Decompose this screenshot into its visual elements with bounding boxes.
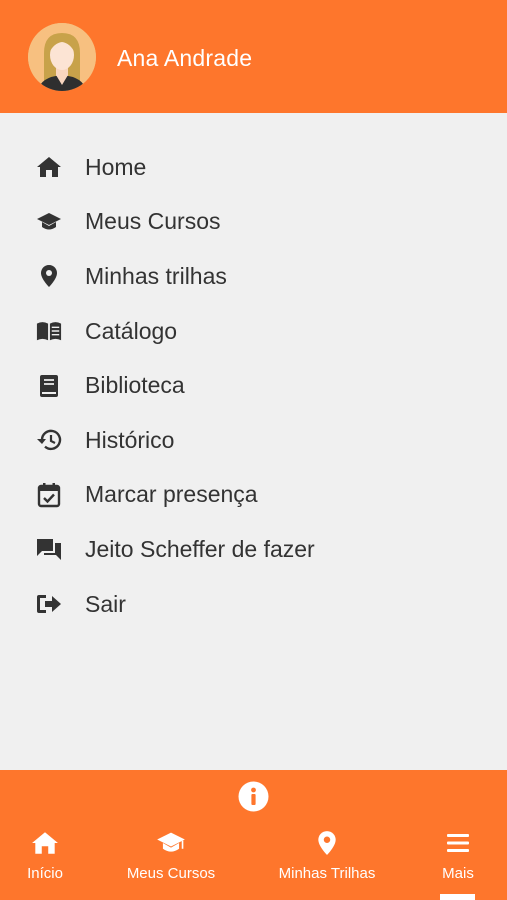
menu-item-label: Minhas trilhas <box>85 262 227 289</box>
menu-item-home[interactable]: Home <box>0 140 507 195</box>
menu-item-label: Sair <box>85 590 126 617</box>
chat-icon <box>36 536 62 562</box>
active-tab-indicator <box>440 894 475 900</box>
menu-item-label: Marcar presença <box>85 481 258 508</box>
menu-item-label: Home <box>85 153 147 180</box>
menu-icon <box>443 830 473 856</box>
home-icon <box>36 154 62 180</box>
menu-item-label: Meus Cursos <box>85 208 221 235</box>
tab-minhas-trilhas[interactable]: Minhas Trilhas <box>271 830 383 890</box>
map-pin-icon <box>312 830 342 856</box>
tab-label: Mais <box>442 865 474 882</box>
calendar-check-icon <box>36 482 62 508</box>
graduation-cap-icon <box>36 209 62 235</box>
tab-mais[interactable]: Mais <box>438 830 478 890</box>
home-icon <box>30 830 60 856</box>
menu-item-catalogo[interactable]: Catálogo <box>0 304 507 359</box>
menu-item-label: Biblioteca <box>85 372 185 399</box>
menu-item-jeito-scheffer[interactable]: Jeito Scheffer de fazer <box>0 522 507 577</box>
tab-meus-cursos[interactable]: Meus Cursos <box>120 830 222 890</box>
menu-item-label: Jeito Scheffer de fazer <box>85 535 315 562</box>
drawer-header: Ana Andrade <box>0 0 507 113</box>
menu-item-sair[interactable]: Sair <box>0 577 507 632</box>
user-name: Ana Andrade <box>117 45 253 71</box>
menu-item-biblioteca[interactable]: Biblioteca <box>0 358 507 413</box>
menu-item-meus-cursos[interactable]: Meus Cursos <box>0 195 507 250</box>
menu-item-historico[interactable]: Histórico <box>0 413 507 468</box>
map-pin-icon <box>36 263 62 289</box>
tab-inicio[interactable]: Início <box>23 830 67 890</box>
book-icon <box>36 373 62 399</box>
info-icon <box>238 781 269 816</box>
menu-item-label: Catálogo <box>85 317 178 344</box>
history-icon <box>36 427 62 453</box>
tab-label: Minhas Trilhas <box>278 865 376 882</box>
graduation-cap-icon <box>156 830 186 856</box>
drawer-menu: Home Meus Cursos Minhas trilhas Catálogo <box>0 140 507 631</box>
open-book-icon <box>36 318 62 344</box>
menu-item-minhas-trilhas[interactable]: Minhas trilhas <box>0 249 507 304</box>
avatar[interactable] <box>28 23 96 91</box>
tab-label: Início <box>27 865 63 882</box>
sign-out-icon <box>36 591 62 617</box>
menu-item-label: Histórico <box>85 426 175 453</box>
app-screen: Ana Andrade Home Meus Cursos Minhas tril… <box>0 0 507 900</box>
tab-label: Meus Cursos <box>126 865 216 882</box>
info-button[interactable] <box>238 781 269 812</box>
menu-item-marcar-presenca[interactable]: Marcar presença <box>0 468 507 523</box>
